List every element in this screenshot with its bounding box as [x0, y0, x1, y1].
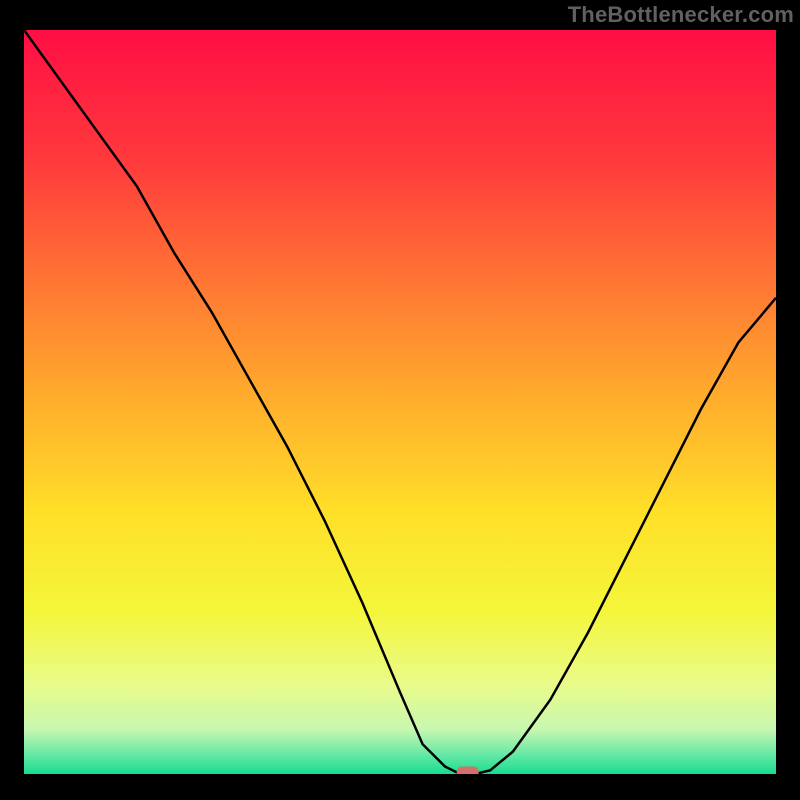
optimal-point-marker — [457, 767, 479, 775]
watermark-label: TheBottlenecker.com — [568, 2, 794, 28]
bottleneck-plot — [24, 30, 776, 774]
plot-background — [24, 30, 776, 774]
chart-container: TheBottlenecker.com — [0, 0, 800, 800]
plot-frame — [24, 30, 776, 774]
